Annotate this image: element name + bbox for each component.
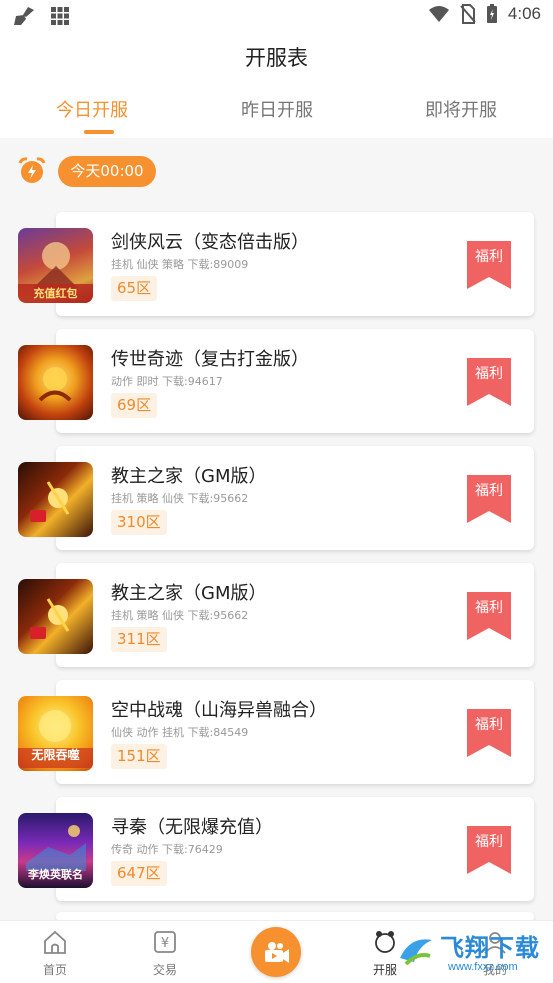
list-item[interactable]: 教主之家（GM版） 挂机 策略 仙侠 下载:95662 310区 福利 (0, 446, 553, 554)
time-slot-pill[interactable]: 今天00:00 (58, 156, 156, 187)
time-slot-row: 今天00:00 (0, 148, 553, 198)
game-meta: 挂机 策略 仙侠 下载:95662 (111, 609, 249, 622)
wifi-icon (428, 6, 449, 22)
game-name: 空中战魂（山海异兽融合） (111, 700, 327, 721)
watermark-text: 飞翔下载 (440, 934, 540, 962)
game-thumbnail[interactable]: 李焕英联名 (18, 813, 93, 888)
page-title: 开服表 (245, 46, 308, 70)
alarm-clock-icon (18, 157, 46, 183)
game-meta: 动作 即时 下载:94617 (111, 375, 223, 388)
thumb-caption: 充值红包 (33, 287, 78, 300)
game-thumbnail[interactable]: 充值红包 (18, 228, 93, 303)
game-name: 传世奇迹（复古打金版） (111, 349, 309, 370)
game-meta: 挂机 仙侠 策略 下载:89009 (111, 258, 249, 271)
svg-text:¥: ¥ (161, 936, 169, 951)
welfare-badge[interactable]: 福利 (467, 714, 511, 734)
watermark-url: www.fxxz.com (448, 961, 518, 973)
game-meta: 传奇 动作 下载:76429 (111, 843, 223, 856)
video-camera-icon (265, 942, 289, 963)
tab-yesterday[interactable]: 昨日开服 (207, 96, 347, 122)
active-tab-indicator (84, 130, 114, 134)
list-item[interactable]: 无限吞噬 空中战魂（山海异兽融合） 仙侠 动作 挂机 下载:84549 151区… (0, 680, 553, 788)
thumb-caption: 李焕英联名 (28, 868, 83, 881)
nav-home[interactable]: 首页 (15, 929, 95, 978)
game-thumbnail[interactable] (18, 579, 93, 654)
server-zone-badge: 311区 (111, 627, 167, 652)
game-art-icon (30, 481, 70, 522)
list-item[interactable]: 充值红包 剑侠风云（变态倍击版） 挂机 仙侠 策略 下载:89009 65区 福… (0, 212, 553, 320)
battery-icon (486, 4, 497, 23)
welfare-badge[interactable]: 福利 (467, 246, 511, 266)
game-thumbnail[interactable] (18, 462, 93, 537)
broom-icon (14, 7, 34, 25)
welfare-badge[interactable]: 福利 (467, 363, 511, 383)
tab-upcoming[interactable]: 即将开服 (391, 96, 531, 122)
watermark: 飞翔下载 www.fxxz.com (388, 922, 553, 983)
nav-label: 首页 (42, 963, 67, 977)
game-art-icon (30, 598, 70, 639)
list-item-partial (0, 912, 553, 922)
server-zone-badge: 151区 (111, 744, 167, 769)
thumb-caption: 无限吞噬 (31, 748, 80, 762)
server-zone-badge: 647区 (111, 861, 167, 886)
nav-trade[interactable]: ¥ 交易 (125, 929, 205, 978)
game-name: 剑侠风云（变态倍击版） (111, 232, 309, 253)
game-thumbnail[interactable] (18, 345, 93, 420)
game-name: 教主之家（GM版） (111, 466, 267, 487)
home-icon (44, 930, 66, 954)
header: 开服表 今日开服 昨日开服 即将开服 (0, 30, 553, 138)
list-item[interactable]: 李焕英联名 寻秦（无限爆充值） 传奇 动作 下载:76429 647区 福利 (0, 797, 553, 905)
welfare-badge[interactable]: 福利 (467, 597, 511, 617)
game-meta: 挂机 策略 仙侠 下载:95662 (111, 492, 249, 505)
list-item[interactable]: 传世奇迹（复古打金版） 动作 即时 下载:94617 69区 福利 (0, 329, 553, 437)
nav-label: 交易 (152, 963, 177, 977)
game-name: 教主之家（GM版） (111, 583, 267, 604)
server-zone-badge: 310区 (111, 510, 167, 535)
no-sim-icon (460, 4, 476, 24)
nav-video-button[interactable] (251, 927, 301, 977)
welfare-badge[interactable]: 福利 (467, 480, 511, 500)
grid-icon (51, 7, 69, 25)
status-time: 4:06 (507, 4, 541, 23)
status-bar: 4:06 (0, 0, 553, 30)
game-art-icon (38, 367, 72, 402)
server-zone-badge: 65区 (111, 276, 158, 301)
list-item[interactable]: 教主之家（GM版） 挂机 策略 仙侠 下载:95662 311区 福利 (0, 563, 553, 671)
server-zone-badge: 69区 (111, 393, 158, 418)
welfare-badge[interactable]: 福利 (467, 831, 511, 851)
game-thumbnail[interactable]: 无限吞噬 (18, 696, 93, 771)
game-meta: 仙侠 动作 挂机 下载:84549 (111, 726, 249, 739)
tab-today[interactable]: 今日开服 (22, 96, 162, 122)
game-name: 寻秦（无限爆充值） (111, 817, 273, 838)
trade-icon: ¥ (154, 931, 176, 953)
